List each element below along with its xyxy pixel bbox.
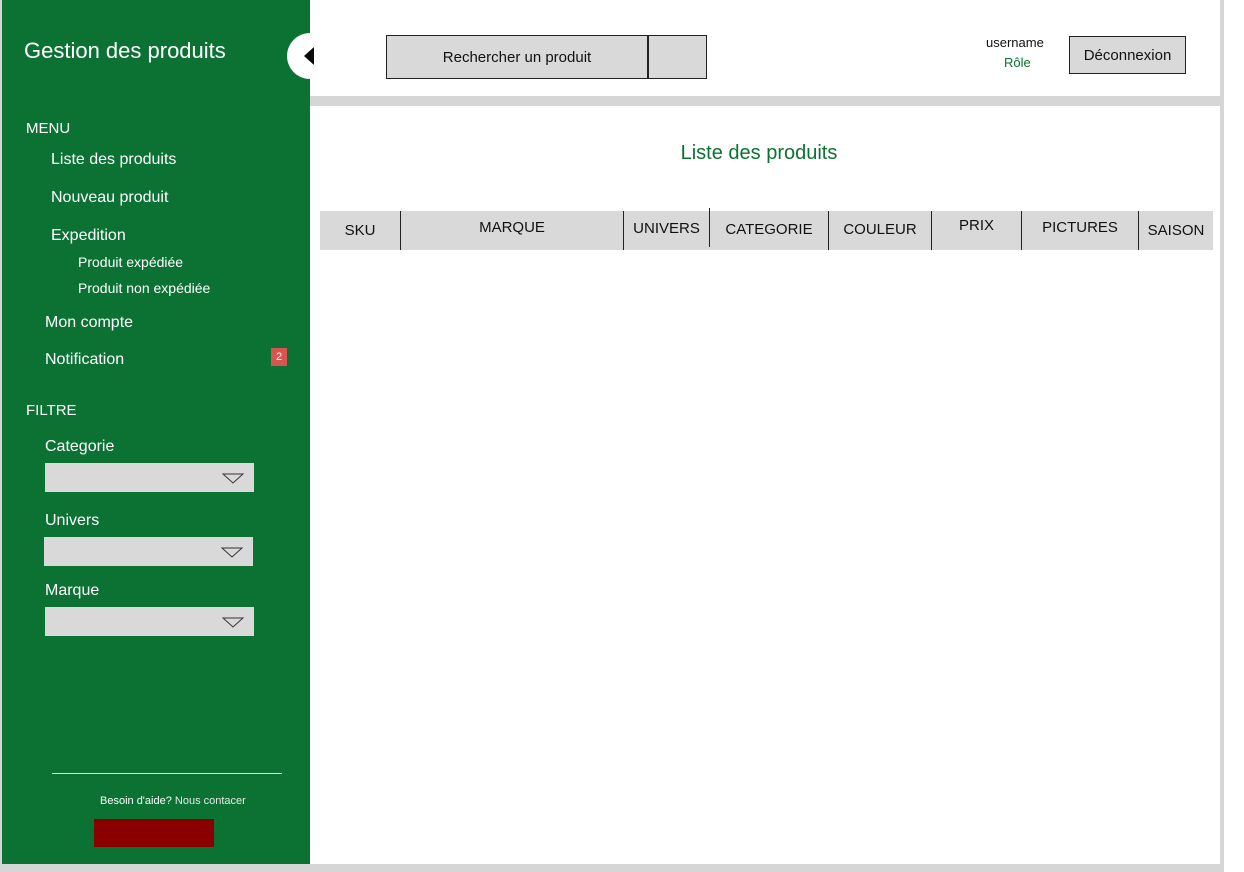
sidebar-subitem-not-shipped[interactable]: Produit non expédiée (78, 280, 210, 296)
product-table-header: SKU MARQUE UNIVERS CATEGORIE COULEUR PRI… (320, 208, 1213, 250)
contact-button[interactable] (94, 819, 214, 847)
sidebar-item-notification[interactable]: Notification (45, 351, 124, 369)
column-header-price[interactable]: PRIX (932, 211, 1021, 250)
notification-count-badge: 2 (271, 348, 287, 366)
logout-button[interactable]: Déconnexion (1069, 36, 1186, 74)
chevron-down-icon (222, 473, 244, 484)
column-header-color[interactable]: COULEUR (829, 211, 931, 250)
help-question: Besoin d'aide? (100, 795, 172, 807)
top-header: Rechercher un produit username Rôle Déco… (310, 0, 1220, 96)
app-title: Gestion des produits (24, 38, 226, 63)
help-text: Besoin d'aide? Nous contacer (100, 795, 246, 807)
sidebar-subitem-shipped[interactable]: Produit expédiée (78, 254, 183, 270)
column-header-brand[interactable]: MARQUE (401, 211, 623, 250)
brand-filter-label: Marque (45, 582, 100, 599)
chevron-down-icon (221, 547, 243, 558)
univers-filter-label: Univers (45, 512, 100, 529)
main-content: Liste des produits SKU MARQUE UNIVERS CA… (310, 106, 1220, 864)
sidebar: Gestion des produits MENU Liste des prod… (2, 0, 310, 864)
chevron-down-icon (222, 617, 244, 628)
univers-filter-select[interactable] (44, 537, 253, 566)
contact-link[interactable]: Nous contacer (175, 795, 246, 807)
filter-section-label: FILTRE (26, 402, 77, 419)
column-header-pictures[interactable]: PICTURES (1022, 211, 1138, 250)
menu-section-label: MENU (26, 120, 71, 137)
sidebar-item-my-account[interactable]: Mon compte (45, 314, 133, 332)
sidebar-collapse-button[interactable] (287, 33, 333, 79)
column-header-universe[interactable]: UNIVERS (624, 211, 709, 250)
chevron-left-icon (304, 47, 314, 65)
window-right-edge (1220, 0, 1244, 872)
column-header-category[interactable]: CATEGORIE (710, 211, 828, 250)
page-title: Liste des produits (680, 142, 838, 164)
sidebar-divider (52, 773, 282, 774)
username-label: username (986, 35, 1044, 50)
sidebar-item-new-product[interactable]: Nouveau produit (51, 189, 168, 207)
category-filter-select[interactable] (45, 463, 254, 492)
role-label: Rôle (1004, 55, 1031, 70)
brand-filter-select[interactable] (45, 607, 254, 636)
column-header-season[interactable]: SAISON (1139, 211, 1213, 250)
window-right-edge-inner (1224, 0, 1244, 872)
header-separator (310, 96, 1220, 106)
sidebar-item-expedition[interactable]: Expedition (51, 227, 126, 245)
app-window: Gestion des produits MENU Liste des prod… (0, 0, 1244, 872)
sidebar-item-product-list[interactable]: Liste des produits (51, 151, 176, 169)
search-submit-button[interactable] (648, 35, 707, 79)
category-filter-label: Categorie (45, 438, 115, 455)
column-header-sku[interactable]: SKU (320, 211, 400, 250)
search-product-button[interactable]: Rechercher un produit (386, 35, 648, 79)
